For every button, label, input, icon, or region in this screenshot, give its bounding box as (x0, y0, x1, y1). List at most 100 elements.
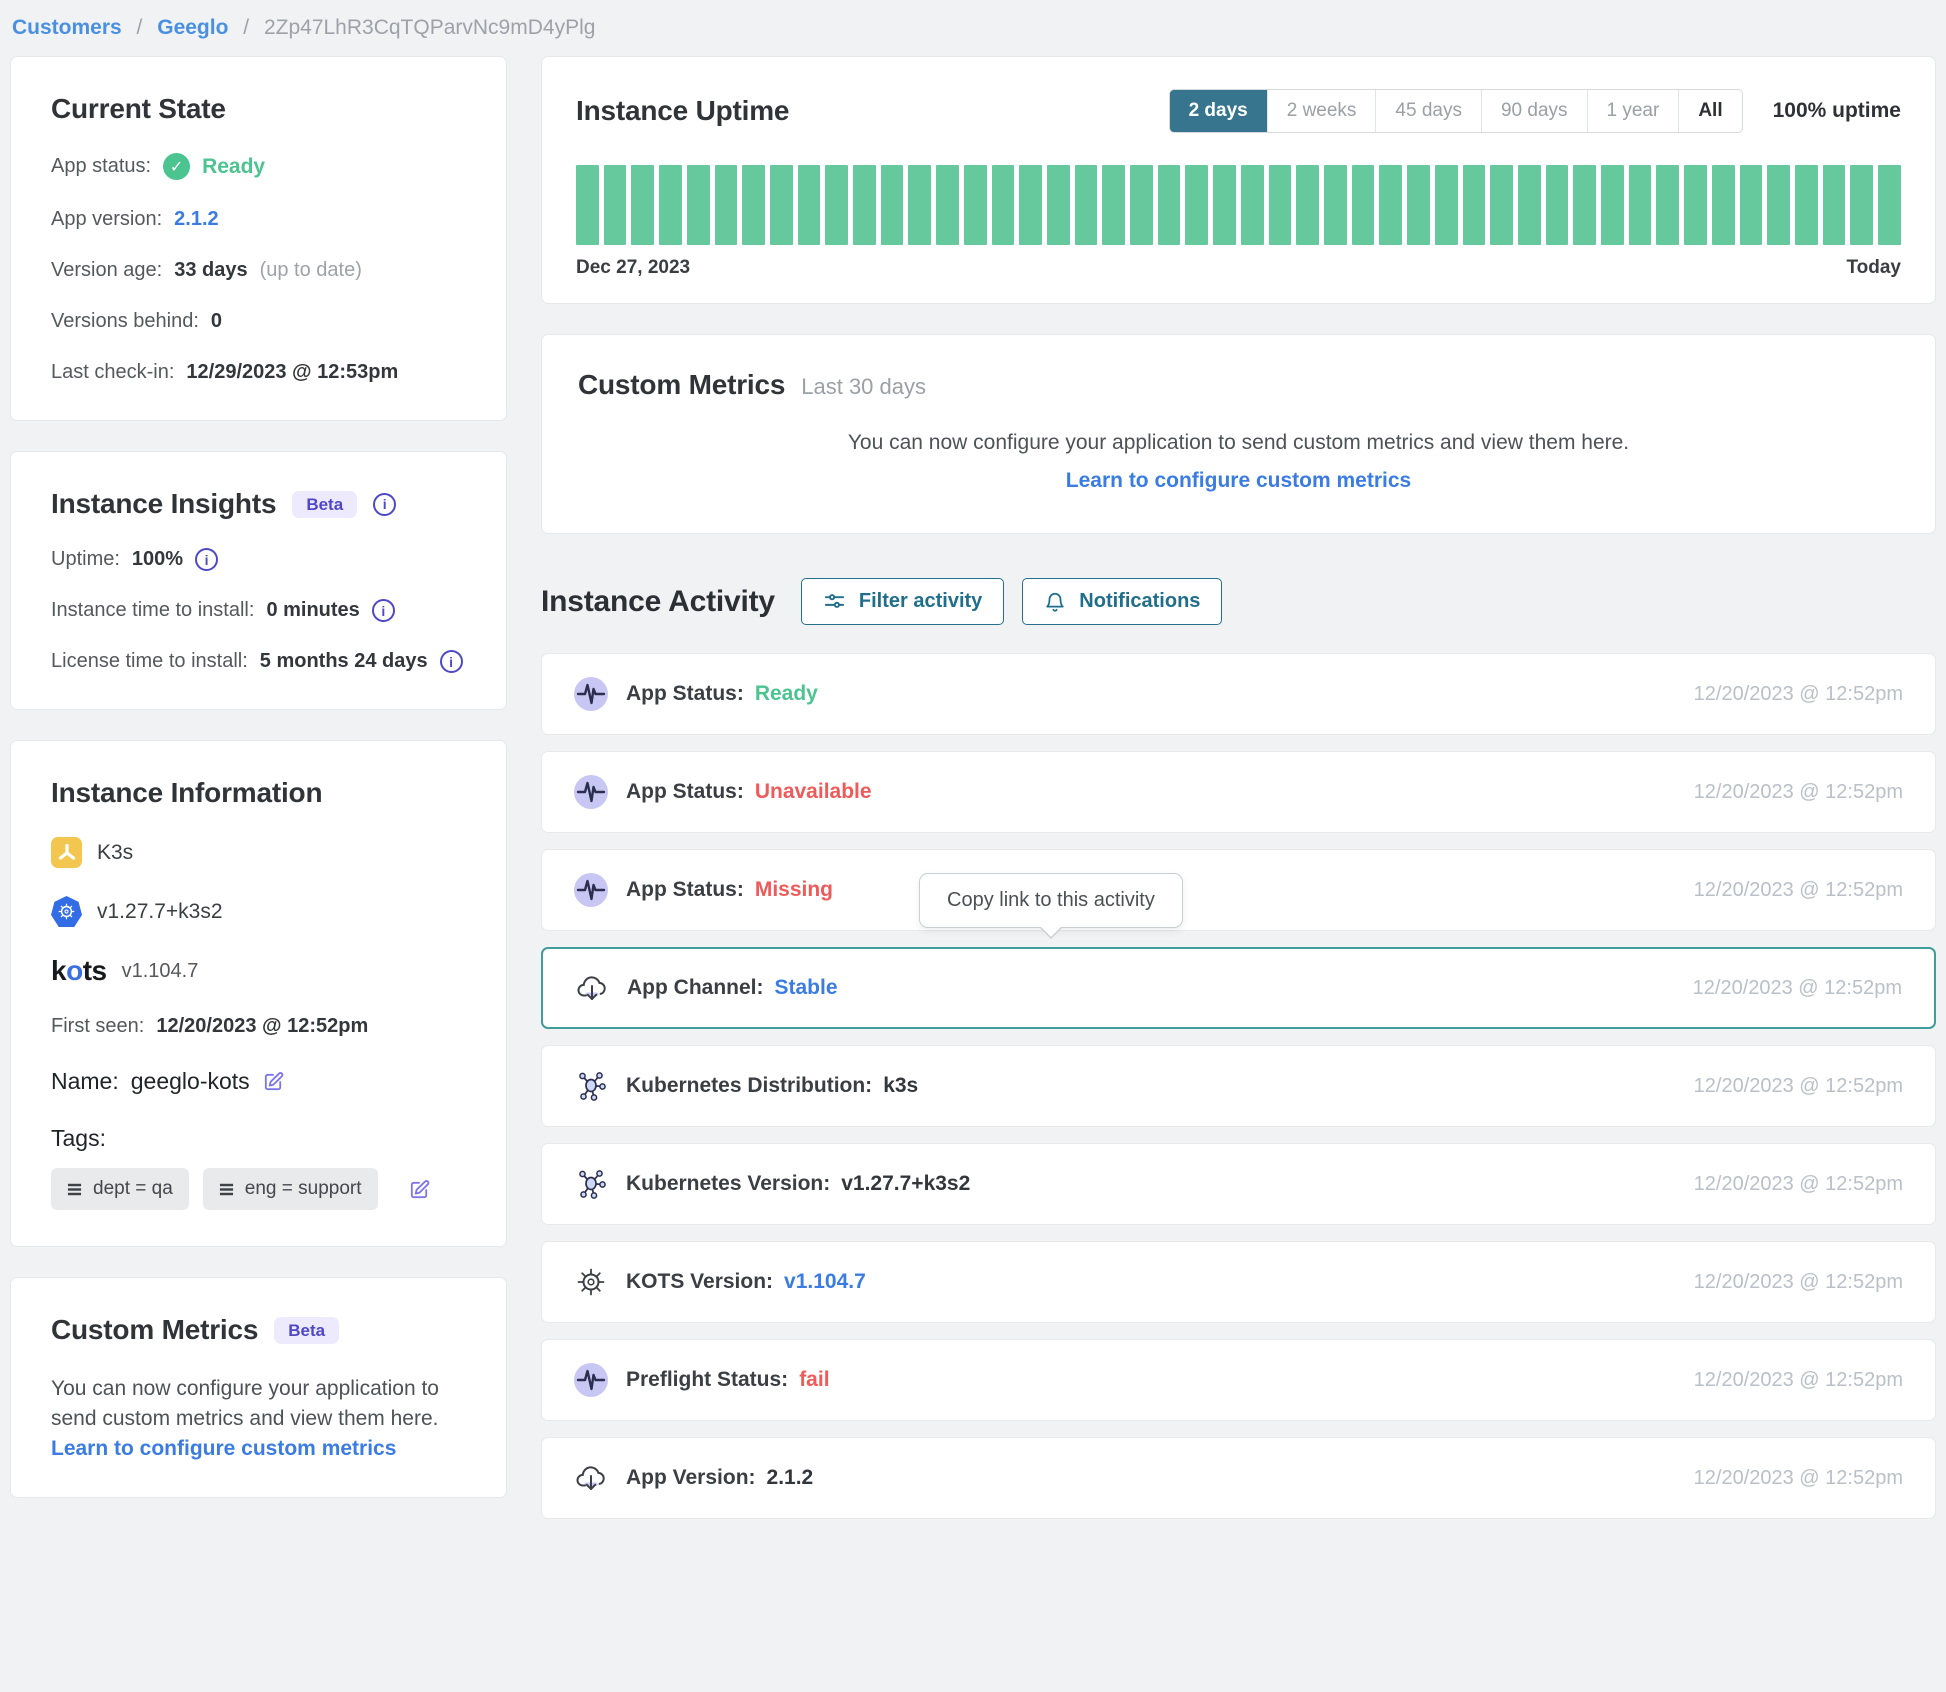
breadcrumb-link-customer[interactable]: Geeglo (157, 16, 228, 39)
instance-uptime-card: Instance Uptime 2 days 2 weeks 45 days 9… (541, 56, 1936, 304)
app-version-link[interactable]: 2.1.2 (174, 208, 218, 231)
uptime-bar (1352, 165, 1375, 245)
activity-row-timestamp: 12/20/2023 @ 12:52pm (1694, 1369, 1903, 1392)
uptime-bar (908, 165, 931, 245)
uptime-bars (576, 165, 1901, 245)
versions-behind-row: Versions behind: 0 (51, 310, 466, 333)
tag-pill: dept = qa (51, 1168, 189, 1210)
activity-row-app-status-unavailable[interactable]: App Status: Unavailable 12/20/2023 @ 12:… (541, 751, 1936, 833)
uptime-bar (1712, 165, 1735, 245)
uptime-bar (1435, 165, 1458, 245)
app-status-value: Ready (202, 155, 265, 179)
uptime-range-end: Today (1846, 257, 1901, 279)
edit-name-icon[interactable] (262, 1070, 285, 1093)
activity-row-value[interactable]: v1.104.7 (784, 1270, 866, 1294)
beta-badge: Beta (292, 491, 357, 518)
version-age-row: Version age: 33 days (up to date) (51, 259, 466, 282)
instance-time-to-install-label: Instance time to install: (51, 599, 254, 622)
kots-logo-k: k (51, 955, 66, 986)
uptime-bar (1463, 165, 1486, 245)
uptime-bar (1878, 165, 1901, 245)
edit-tags-icon[interactable] (408, 1178, 431, 1201)
pulse-icon (574, 677, 608, 711)
uptime-bar (1158, 165, 1181, 245)
tab-1-year[interactable]: 1 year (1588, 90, 1680, 132)
uptime-bar (1740, 165, 1763, 245)
uptime-bar (992, 165, 1015, 245)
kots-logo-ts: ts (83, 955, 107, 986)
app-version-row: App version: 2.1.2 (51, 208, 466, 231)
tab-2-days[interactable]: 2 days (1170, 90, 1268, 132)
uptime-bar (825, 165, 848, 245)
breadcrumb-link-customers[interactable]: Customers (12, 16, 122, 39)
activity-row-preflight-status[interactable]: Preflight Status: fail 12/20/2023 @ 12:5… (541, 1339, 1936, 1421)
configure-custom-metrics-link[interactable]: Learn to configure custom metrics (51, 1437, 396, 1461)
activity-row-timestamp: 12/20/2023 @ 12:52pm (1694, 879, 1903, 902)
uptime-summary: 100% uptime (1773, 99, 1901, 123)
first-seen-value: 12/20/2023 @ 12:52pm (156, 1015, 368, 1038)
tab-90-days[interactable]: 90 days (1482, 90, 1588, 132)
license-time-to-install-value: 5 months 24 days (260, 650, 428, 673)
tag-icon (219, 1182, 234, 1197)
uptime-bar (1102, 165, 1125, 245)
last-checkin-value: 12/29/2023 @ 12:53pm (186, 361, 398, 384)
activity-row-app-channel[interactable]: App Channel: Stable 12/20/2023 @ 12:52pm (541, 947, 1936, 1029)
check-circle-icon: ✓ (163, 153, 190, 180)
custom-metrics-right-body: You can now configure your application t… (578, 431, 1899, 455)
activity-row-app-status-missing[interactable]: App Status: Missing 12/20/2023 @ 12:52pm (541, 849, 1936, 931)
kubernetes-version-value: v1.27.7+k3s2 (97, 900, 223, 924)
version-age-note: (up to date) (260, 259, 362, 282)
info-icon[interactable]: i (440, 650, 463, 673)
activity-row-label: App Status: (626, 682, 744, 706)
last-checkin-label: Last check-in: (51, 361, 174, 384)
activity-row-label: App Status: (626, 780, 744, 804)
activity-row-kubernetes-version[interactable]: Kubernetes Version: v1.27.7+k3s2 12/20/2… (541, 1143, 1936, 1225)
info-icon[interactable]: i (372, 599, 395, 622)
page: Customers / Geeglo / 2Zp47LhR3CqTQParvNc… (0, 0, 1946, 1535)
activity-row-value[interactable]: Stable (775, 976, 838, 1000)
instance-information-title: Instance Information (51, 777, 466, 809)
notifications-button[interactable]: Notifications (1022, 578, 1222, 625)
uptime-bar (1019, 165, 1042, 245)
uptime-bar (1241, 165, 1264, 245)
filter-activity-button[interactable]: Filter activity (801, 578, 1004, 625)
uptime-bar (1518, 165, 1541, 245)
kubernetes-nodes-icon (574, 1069, 608, 1103)
activity-row-label: KOTS Version: (626, 1270, 773, 1294)
activity-row-app-version[interactable]: App Version: 2.1.2 12/20/2023 @ 12:52pm (541, 1437, 1936, 1519)
copy-link-tooltip: Copy link to this activity (919, 873, 1183, 928)
pulse-icon (574, 873, 608, 907)
custom-metrics-right-card: Custom Metrics Last 30 days You can now … (541, 334, 1936, 534)
last-checkin-row: Last check-in: 12/29/2023 @ 12:53pm (51, 361, 466, 384)
kots-logo: kots (51, 955, 107, 987)
uptime-bar (1490, 165, 1513, 245)
info-icon[interactable]: i (195, 548, 218, 571)
uptime-bar (715, 165, 738, 245)
version-age-value: 33 days (174, 259, 247, 282)
tab-45-days[interactable]: 45 days (1376, 90, 1482, 132)
tag-pill: eng = support (203, 1168, 378, 1210)
uptime-range-start: Dec 27, 2023 (576, 257, 690, 279)
activity-row-kots-version[interactable]: KOTS Version: v1.104.7 12/20/2023 @ 12:5… (541, 1241, 1936, 1323)
instance-activity-list: Copy link to this activity App Status: R… (541, 653, 1936, 1519)
uptime-bar (1601, 165, 1624, 245)
configure-custom-metrics-link[interactable]: Learn to configure custom metrics (1066, 469, 1411, 492)
tab-2-weeks[interactable]: 2 weeks (1268, 90, 1377, 132)
uptime-bar (936, 165, 959, 245)
activity-row-app-status-ready[interactable]: App Status: Ready 12/20/2023 @ 12:52pm (541, 653, 1936, 735)
instance-insights-card: Instance Insights Beta i Uptime: 100% i … (10, 451, 507, 710)
activity-row-timestamp: 12/20/2023 @ 12:52pm (1693, 977, 1902, 1000)
distribution-row: K3s (51, 837, 466, 868)
tags-row: dept = qa eng = support (51, 1168, 466, 1210)
uptime-bar (1296, 165, 1319, 245)
tag-label: dept = qa (93, 1178, 173, 1200)
kubernetes-icon (51, 896, 82, 927)
custom-metrics-left-body: You can now configure your application t… (51, 1374, 466, 1435)
custom-metrics-left-title: Custom Metrics (51, 1314, 258, 1346)
activity-row-kubernetes-distribution[interactable]: Kubernetes Distribution: k3s 12/20/2023 … (541, 1045, 1936, 1127)
activity-row-value: 2.1.2 (767, 1466, 814, 1490)
info-icon[interactable]: i (373, 493, 396, 516)
uptime-bar (1213, 165, 1236, 245)
tab-all[interactable]: All (1679, 90, 1741, 132)
activity-row-label: App Status: (626, 878, 744, 902)
